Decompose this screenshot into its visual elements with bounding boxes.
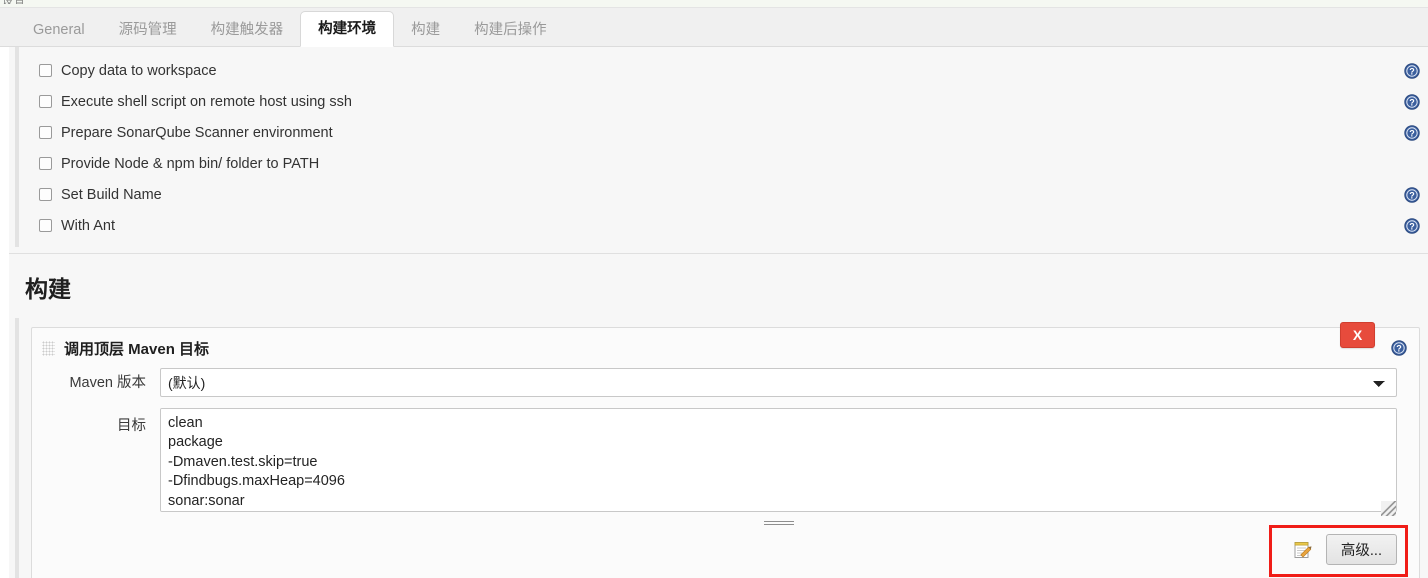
tab-general[interactable]: General [16, 13, 102, 47]
breadcrumb-partial: 设置 [2, 0, 26, 4]
page-title-build: 构建 [25, 276, 71, 302]
env-option-label: Execute shell script on remote host usin… [61, 93, 352, 110]
goals-textarea[interactable]: clean package -Dmaven.test.skip=true -Df… [160, 408, 1397, 512]
build-step-title: 调用顶层 Maven 目标 [64, 340, 210, 358]
env-option-label: Copy data to workspace [61, 62, 217, 79]
tab-post-build[interactable]: 构建后操作 [457, 13, 564, 47]
help-icon[interactable]: ? [1404, 62, 1420, 79]
svg-text:?: ? [1409, 221, 1415, 231]
env-option-row[interactable]: Set Build Name ? [19, 179, 1428, 210]
checkbox-copy-data-to-workspace[interactable] [39, 64, 52, 77]
drag-handle-icon[interactable] [42, 340, 55, 356]
build-steps-container: 调用顶层 Maven 目标 X ? Maven 版本 (默认) 目标 clean… [15, 318, 1420, 578]
jenkins-job-config-page: 设置 General 源码管理 构建触发器 构建环境 构建 构建后操作 Copy… [0, 0, 1428, 578]
tab-build-environment[interactable]: 构建环境 [300, 11, 395, 47]
env-option-row[interactable]: Execute shell script on remote host usin… [19, 86, 1428, 117]
tab-scm[interactable]: 源码管理 [102, 13, 194, 47]
env-option-row[interactable]: Copy data to workspace ? [19, 55, 1428, 86]
maven-version-label: Maven 版本 [69, 375, 146, 391]
help-icon[interactable]: ? [1404, 217, 1420, 234]
notepad-edit-icon[interactable] [1292, 539, 1314, 561]
env-option-label: Prepare SonarQube Scanner environment [61, 124, 333, 141]
help-icon[interactable]: ? [1391, 340, 1407, 356]
svg-text:?: ? [1409, 190, 1415, 200]
env-option-row[interactable]: Provide Node & npm bin/ folder to PATH [19, 148, 1428, 179]
textarea-resize-handle[interactable] [1381, 501, 1396, 516]
goals-label: 目标 [117, 418, 146, 434]
checkbox-with-ant[interactable] [39, 219, 52, 232]
delete-build-step-button[interactable]: X [1340, 322, 1375, 348]
env-option-row[interactable]: With Ant ? [19, 210, 1428, 241]
env-option-label: With Ant [61, 217, 115, 234]
maven-version-row: Maven 版本 (默认) [32, 368, 1419, 398]
config-tabbar: General 源码管理 构建触发器 构建环境 构建 构建后操作 [0, 8, 1428, 47]
svg-text:?: ? [1396, 344, 1402, 354]
top-strip: 设置 [0, 0, 1428, 8]
advanced-row: 高级... [1292, 534, 1397, 565]
build-step-maven: 调用顶层 Maven 目标 X ? Maven 版本 (默认) 目标 clean… [31, 322, 1420, 578]
checkbox-prepare-sonarqube-scanner-environment[interactable] [39, 126, 52, 139]
checkbox-provide-node-npm-bin-to-path[interactable] [39, 157, 52, 170]
textarea-drag-grip[interactable] [160, 517, 1397, 529]
tab-build-triggers[interactable]: 构建触发器 [194, 13, 301, 47]
goals-textarea-wrap: clean package -Dmaven.test.skip=true -Df… [160, 408, 1397, 525]
svg-text:?: ? [1409, 128, 1415, 138]
goals-row: 目标 clean package -Dmaven.test.skip=true … [32, 408, 1419, 525]
env-option-label: Provide Node & npm bin/ folder to PATH [61, 155, 320, 172]
config-content: Copy data to workspace ? Execute shell s… [0, 47, 1428, 578]
build-environment-section: Copy data to workspace ? Execute shell s… [15, 47, 1428, 247]
checkbox-execute-shell-script-remote-ssh[interactable] [39, 95, 52, 108]
help-icon[interactable]: ? [1404, 124, 1420, 141]
help-icon[interactable]: ? [1404, 93, 1420, 110]
help-icon[interactable]: ? [1404, 186, 1420, 203]
svg-text:?: ? [1409, 97, 1415, 107]
tab-build[interactable]: 构建 [394, 13, 457, 47]
build-step-header: 调用顶层 Maven 目标 [32, 328, 1419, 368]
advanced-button[interactable]: 高级... [1325, 534, 1397, 565]
env-option-label: Set Build Name [61, 186, 162, 203]
checkbox-set-build-name[interactable] [39, 188, 52, 201]
svg-text:?: ? [1409, 66, 1415, 76]
maven-version-select[interactable]: (默认) [160, 368, 1397, 397]
env-option-row[interactable]: Prepare SonarQube Scanner environment ? [19, 117, 1428, 148]
